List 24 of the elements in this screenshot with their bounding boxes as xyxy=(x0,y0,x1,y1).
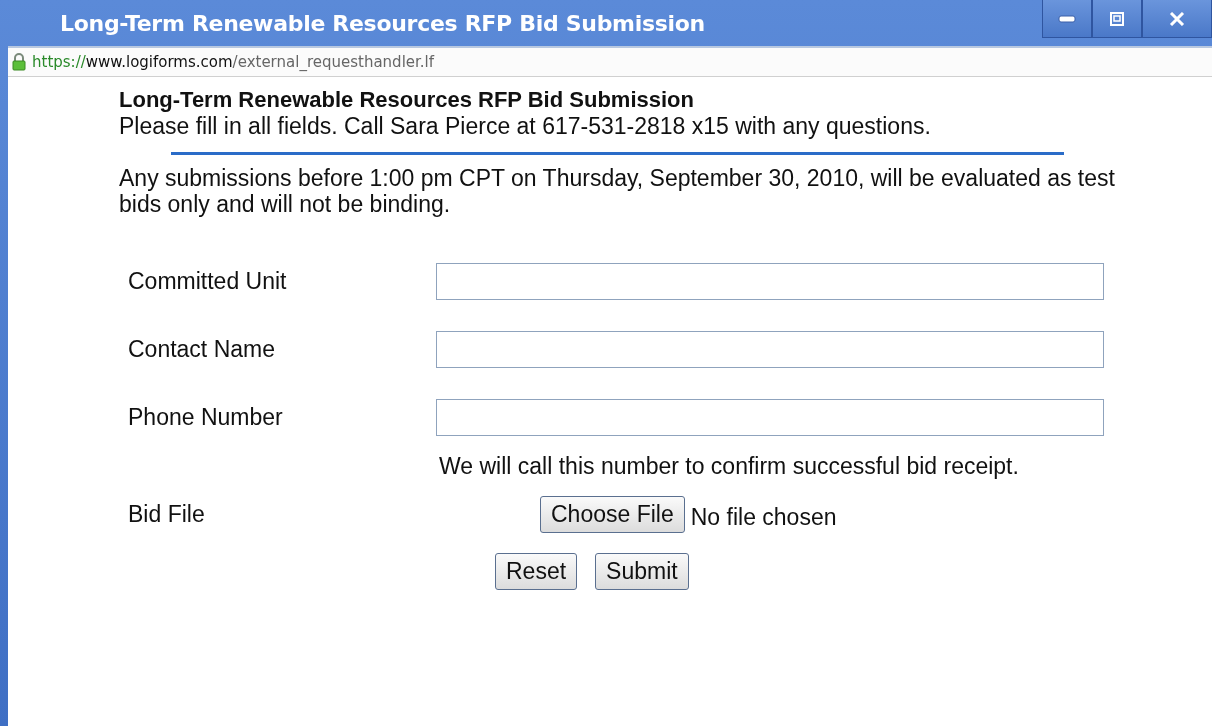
input-field[interactable] xyxy=(436,263,1104,300)
notice-text: Any submissions before 1:00 pm CPT on Thursday, September 30, 2010, will be evaluated as test bids only and will not be binding. xyxy=(119,165,1116,217)
form-title: Long-Term Renewable Resources RFP Bid Submission xyxy=(119,87,695,113)
form-button[interactable]: Reset xyxy=(495,553,578,590)
input-field[interactable] xyxy=(436,331,1104,368)
maximize-icon xyxy=(1110,11,1124,26)
url-text[interactable]: https://www.logiforms.com/external_requesthandler.lf xyxy=(32,53,435,71)
choose-file-button[interactable]: Choose File xyxy=(540,496,685,533)
phone-hint-text: We will call this number to confirm successful bid receipt. xyxy=(439,453,1020,480)
padlock-icon xyxy=(12,53,26,71)
field-label: Bid File xyxy=(127,501,206,528)
field-label: Phone Number xyxy=(127,404,284,431)
file-status-text: No file chosen xyxy=(690,504,837,531)
close-icon xyxy=(1169,11,1185,26)
field-label: Committed Unit xyxy=(127,268,288,295)
input-field[interactable] xyxy=(436,399,1104,436)
maximize-button[interactable] xyxy=(1092,0,1142,38)
instructions-text: Please fill in all fields. Call Sara Pierce at 617-531-2818 x15 with any questions. xyxy=(119,113,932,140)
close-button[interactable] xyxy=(1142,0,1212,38)
minimize-button[interactable] xyxy=(1042,0,1092,38)
form-button[interactable]: Submit xyxy=(595,553,689,590)
minimize-icon xyxy=(1058,14,1076,23)
window-title: Long-Term Renewable Resources RFP Bid Submission xyxy=(60,10,705,36)
field-label: Contact Name xyxy=(127,336,276,363)
